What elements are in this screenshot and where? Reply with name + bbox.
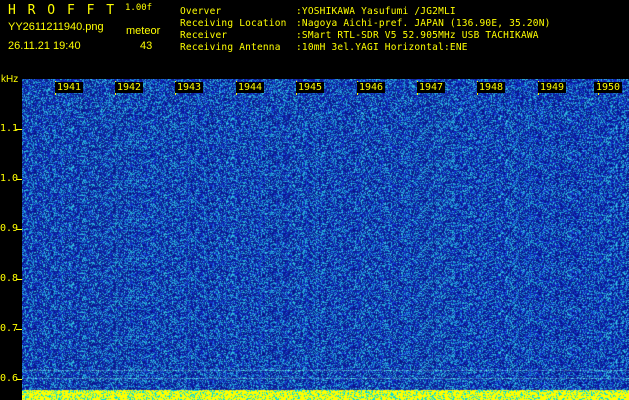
time-label-1948: 1948 xyxy=(477,82,506,93)
app-logo: H R O F F T xyxy=(8,3,117,18)
capture-datetime: 26.11.21 19:40 xyxy=(8,40,81,52)
y-tick xyxy=(16,129,22,130)
spectrogram xyxy=(22,79,629,400)
y-tick xyxy=(16,379,22,380)
image-filename: YY2611211940.png xyxy=(8,21,104,33)
y-tick xyxy=(16,179,22,180)
time-label-1945: 1945 xyxy=(296,82,325,93)
y-tick xyxy=(16,279,22,280)
time-label-1941: 1941 xyxy=(55,82,84,93)
time-label-1944: 1944 xyxy=(236,82,265,93)
meteor-label: meteor xyxy=(126,25,161,37)
station-value-location: :Nagoya Aichi-pref. JAPAN (136.90E, 35.2… xyxy=(296,18,551,29)
time-label-1949: 1949 xyxy=(538,82,567,93)
y-tick xyxy=(16,329,22,330)
station-key-receiver: Receiver xyxy=(180,30,228,41)
station-value-receiver: :SMart RTL-SDR V5 52.905MHz USB TACHIKAW… xyxy=(296,30,539,41)
y-tick xyxy=(16,229,22,230)
time-label-1950: 1950 xyxy=(594,82,623,93)
station-key-location: Receiving Location xyxy=(180,18,287,29)
station-value-observer: :YOSHIKAWA Yasufumi /JG2MLI xyxy=(296,6,456,17)
time-label-1943: 1943 xyxy=(175,82,204,93)
time-label-1947: 1947 xyxy=(417,82,446,93)
y-axis-unit: kHz xyxy=(1,74,19,85)
station-key-antenna: Receiving Antenna xyxy=(180,42,281,53)
time-label-1942: 1942 xyxy=(115,82,144,93)
station-value-antenna: :10mH 3el.YAGI Horizontal:ENE xyxy=(296,42,468,53)
meteor-count: 43 xyxy=(140,40,153,52)
time-label-1946: 1946 xyxy=(357,82,386,93)
app-version: 1.00f xyxy=(125,3,153,13)
station-key-observer: Overver xyxy=(180,6,222,17)
